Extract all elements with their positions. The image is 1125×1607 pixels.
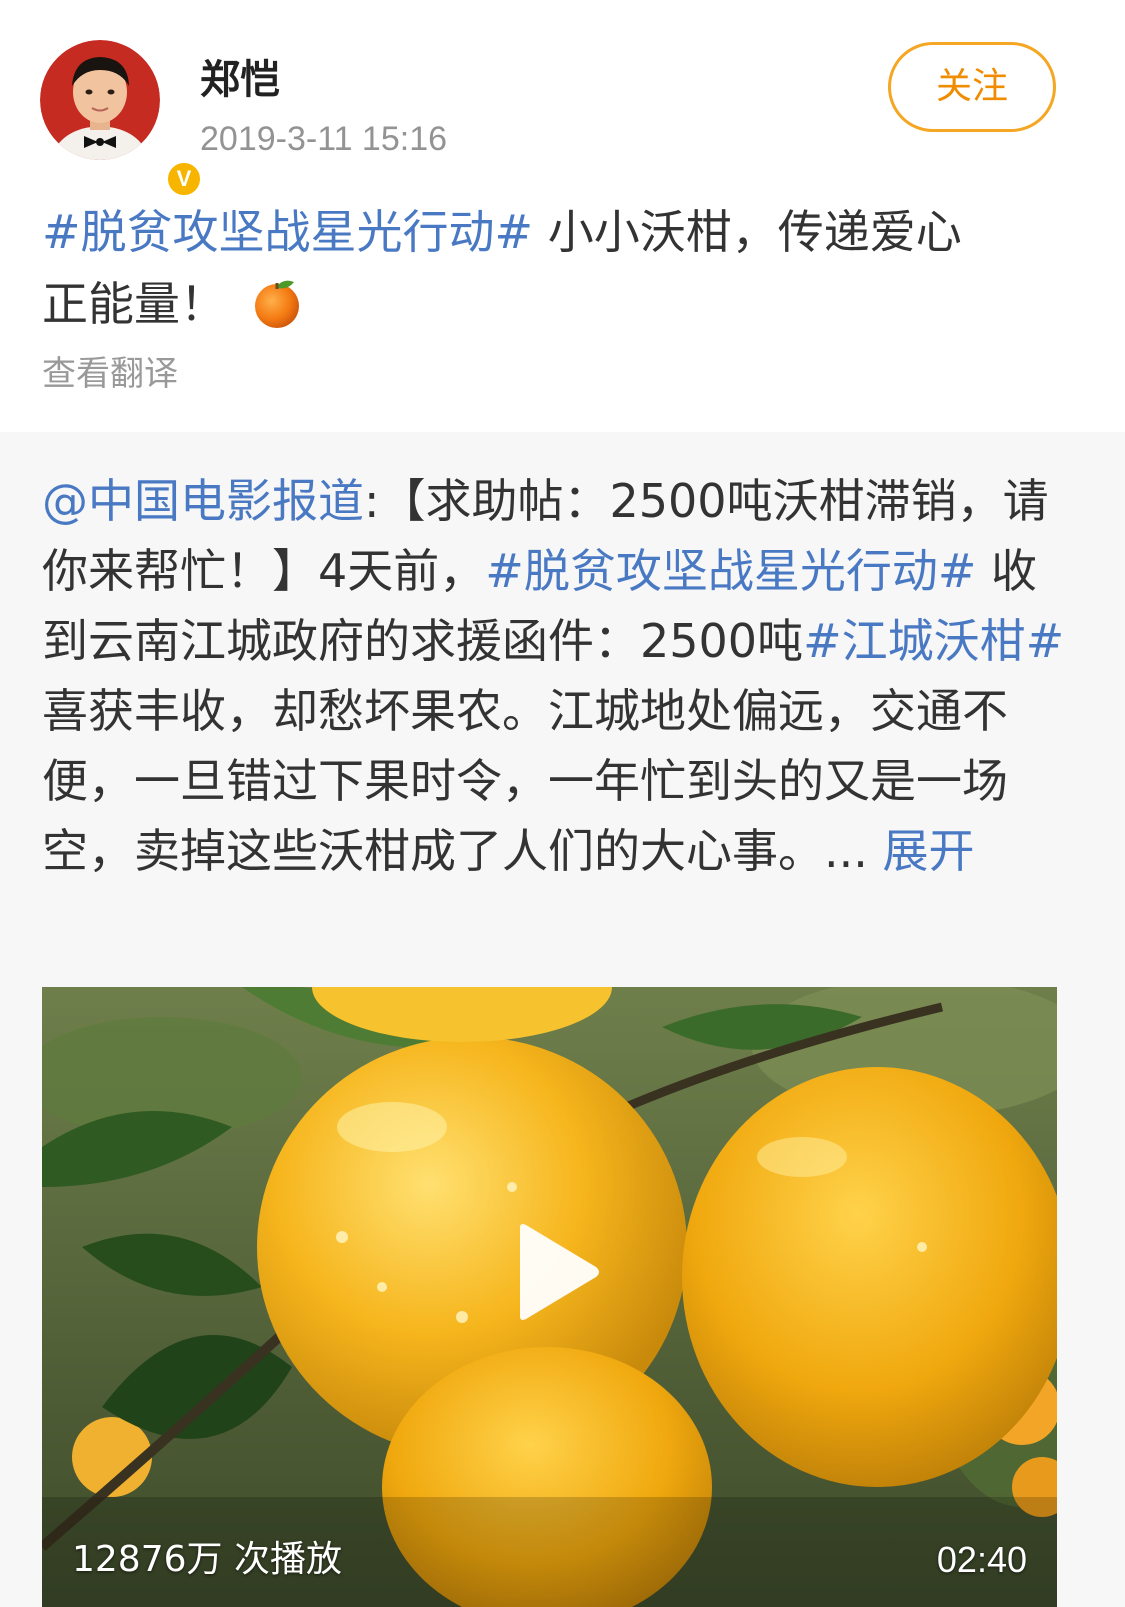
user-avatar-icon bbox=[40, 40, 160, 160]
video-duration: 02:40 bbox=[936, 1539, 1027, 1580]
post-text: #脱贫攻坚战星光行动# 小小沃柑，传递爱心正能量！ bbox=[42, 196, 1082, 340]
verified-badge-icon: V bbox=[165, 160, 203, 198]
post-header: V 郑恺 2019-3-11 15:16 关注 bbox=[0, 0, 1125, 198]
post-text-line1: 小小沃柑，传递爱心 bbox=[533, 205, 962, 259]
post-timestamp: 2019-3-11 15:16 bbox=[200, 120, 448, 158]
repost-text: @中国电影报道:【求助帖：2500吨沃柑滞销，请你来帮忙！】4天前，#脱贫攻坚战… bbox=[42, 466, 1072, 886]
repost-card[interactable]: @中国电影报道:【求助帖：2500吨沃柑滞销，请你来帮忙！】4天前，#脱贫攻坚战… bbox=[0, 432, 1125, 1607]
play-icon[interactable] bbox=[512, 1222, 602, 1322]
orange-emoji-icon bbox=[255, 280, 299, 328]
repost-text-part3: 喜获丰收，却愁坏果农。江城地处偏远，交通不便，一旦错过下果时令，一年忙到头的又是… bbox=[42, 684, 1008, 878]
view-translation-link[interactable]: 查看翻译 bbox=[42, 352, 178, 396]
follow-button[interactable]: 关注 bbox=[888, 42, 1056, 132]
video-play-count: 12876万 次播放 bbox=[72, 1539, 342, 1580]
video-player[interactable]: 12876万 次播放 02:40 bbox=[42, 987, 1057, 1607]
repost-hashtag-2[interactable]: #江城沃柑# bbox=[803, 614, 1064, 668]
author-name[interactable]: 郑恺 bbox=[200, 52, 280, 108]
repost-mention-link[interactable]: @中国电影报道 bbox=[42, 474, 364, 528]
user-avatar[interactable]: V bbox=[40, 40, 203, 198]
post-hashtag[interactable]: #脱贫攻坚战星光行动# bbox=[42, 205, 533, 259]
post-text-line2: 正能量！ bbox=[42, 277, 226, 331]
repost-hashtag-1[interactable]: #脱贫攻坚战星光行动# bbox=[485, 544, 976, 598]
expand-link[interactable]: 展开 bbox=[883, 824, 975, 878]
